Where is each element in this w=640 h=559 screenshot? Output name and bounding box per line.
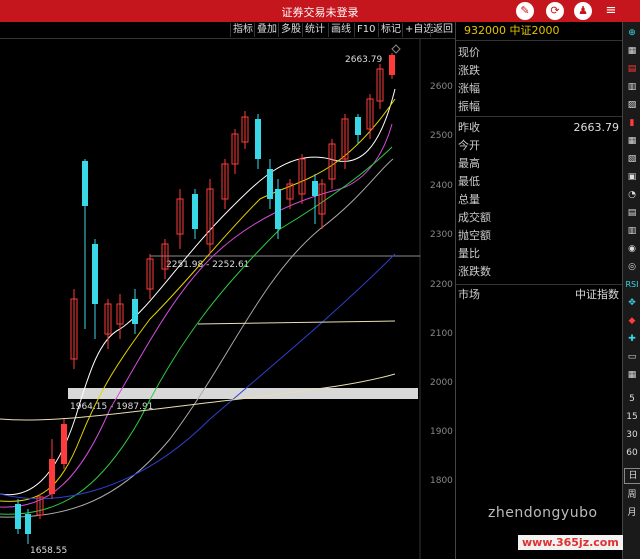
title-bar: 证券交易未登录 ✎ ⟳ ♟ ≡ — [0, 0, 640, 22]
calendar-icon[interactable]: ▦ — [624, 368, 640, 382]
layers-icon[interactable]: ▥ — [624, 224, 640, 238]
tool-sidebar: ⊕ ▦ ▤ ▥ ▨ ▮ ▦ ▧ ▣ ◔ ▤ ▥ ◉ ◎ RSI ✥ ◆ ✚ ▭ … — [622, 22, 640, 559]
menu-icon[interactable]: ≡ — [602, 2, 620, 20]
move-icon[interactable]: ✚ — [624, 332, 640, 346]
tick-2500: 2500 — [430, 131, 453, 141]
zone-band-lower — [68, 388, 418, 399]
tick-2200: 2200 — [430, 280, 453, 290]
list-icon[interactable]: ▥ — [624, 80, 640, 94]
period-day[interactable]: 日 — [624, 468, 640, 484]
arrows-icon[interactable]: ✥ — [624, 296, 640, 310]
quote-panel: 932000 中证2000 现价 涨跌 涨幅 振幅 昨收 2663.79 今开 最… — [455, 22, 623, 559]
candle-icon[interactable]: ▮ — [624, 116, 640, 130]
stack-icon[interactable]: ▤ — [624, 206, 640, 220]
f10-button[interactable]: F10 — [354, 23, 377, 37]
tick-2000: 2000 — [430, 378, 453, 388]
globe-icon[interactable]: ◎ — [624, 260, 640, 274]
window-icon[interactable]: ▣ — [624, 170, 640, 184]
quote-row: 涨幅 — [458, 82, 480, 95]
quote-row-market: 市场 中证指数 — [458, 288, 619, 301]
grid-icon[interactable]: ▦ — [624, 44, 640, 58]
ma5-line — [0, 88, 396, 496]
info-icon[interactable]: ⊕ — [624, 26, 640, 40]
period-month[interactable]: 月 — [624, 506, 640, 520]
pin-icon[interactable]: ◆ — [624, 314, 640, 328]
draw-line-button[interactable]: 画线 — [328, 23, 353, 37]
quote-row: 最高 — [458, 157, 480, 170]
sidebar-item-rsi[interactable]: RSI — [624, 278, 640, 292]
high-label: 2663.79 — [345, 55, 382, 65]
quote-header: 932000 中证2000 — [456, 22, 623, 41]
statistics-button[interactable]: 统计 — [302, 23, 327, 37]
tick-2600: 2600 — [430, 82, 453, 92]
low-label: 1658.55 — [30, 546, 67, 556]
screen-icon[interactable]: ▭ — [624, 350, 640, 364]
quote-row: 总量 — [458, 193, 480, 206]
diamond-icon[interactable] — [391, 44, 401, 54]
shop-icon[interactable]: ♟ — [574, 2, 592, 20]
bar-icon[interactable]: ▨ — [624, 98, 640, 112]
ma10-line — [0, 98, 396, 502]
quote-row: 最低 — [458, 175, 480, 188]
window-title: 证券交易未登录 — [281, 6, 359, 19]
period-60[interactable]: 60 — [624, 446, 640, 460]
period-15[interactable]: 15 — [624, 410, 640, 424]
quote-row: 量比 — [458, 247, 480, 260]
people-icon[interactable]: ◉ — [624, 242, 640, 256]
quote-row: 成交额 — [458, 211, 491, 224]
quote-row: 抛空额 — [458, 229, 491, 242]
back-button[interactable]: 返回 — [430, 23, 455, 37]
quote-row: 涨跌 — [458, 64, 480, 77]
period-30[interactable]: 30 — [624, 428, 640, 442]
refresh-icon[interactable]: ⟳ — [546, 2, 564, 20]
quote-row: 今开 — [458, 139, 480, 152]
quote-row: 昨收 2663.79 — [458, 121, 619, 134]
quote-row: 振幅 — [458, 100, 480, 113]
f-icon[interactable]: ▧ — [624, 152, 640, 166]
ma120-line — [0, 253, 396, 500]
chart-icon[interactable]: ▤ — [624, 62, 640, 76]
quote-row: 涨跌数 — [458, 265, 491, 278]
tick-1900: 1900 — [430, 427, 453, 437]
candlestick-chart[interactable]: 2600 2500 2400 2300 2200 2100 2000 1900 … — [0, 39, 455, 559]
ma-flat-line — [197, 320, 396, 325]
chart-toolbar: 指标 叠加 多股 统计 画线 F10 标记 +自选 返回 — [0, 22, 455, 39]
tick-2300: 2300 — [430, 230, 453, 240]
mark-button[interactable]: 标记 — [378, 23, 403, 37]
period-week[interactable]: 周 — [624, 488, 640, 502]
watermark-site: www.365jz.com — [518, 535, 623, 550]
table-icon[interactable]: ▦ — [624, 134, 640, 148]
period-5[interactable]: 5 — [624, 392, 640, 406]
tick-2100: 2100 — [430, 329, 453, 339]
overlay-button[interactable]: 叠加 — [254, 23, 279, 37]
indicator-button[interactable]: 指标 — [230, 23, 255, 37]
watermark-text: zhendongyubo — [488, 505, 598, 521]
tick-1800: 1800 — [430, 476, 453, 486]
pie-icon[interactable]: ◔ — [624, 188, 640, 202]
tick-2400: 2400 — [430, 181, 453, 191]
ma20-line — [0, 123, 393, 508]
candles — [15, 53, 395, 544]
multi-stock-button[interactable]: 多股 — [278, 23, 303, 37]
quote-row: 现价 — [458, 46, 480, 59]
settings-icon[interactable]: ✎ — [516, 2, 534, 20]
